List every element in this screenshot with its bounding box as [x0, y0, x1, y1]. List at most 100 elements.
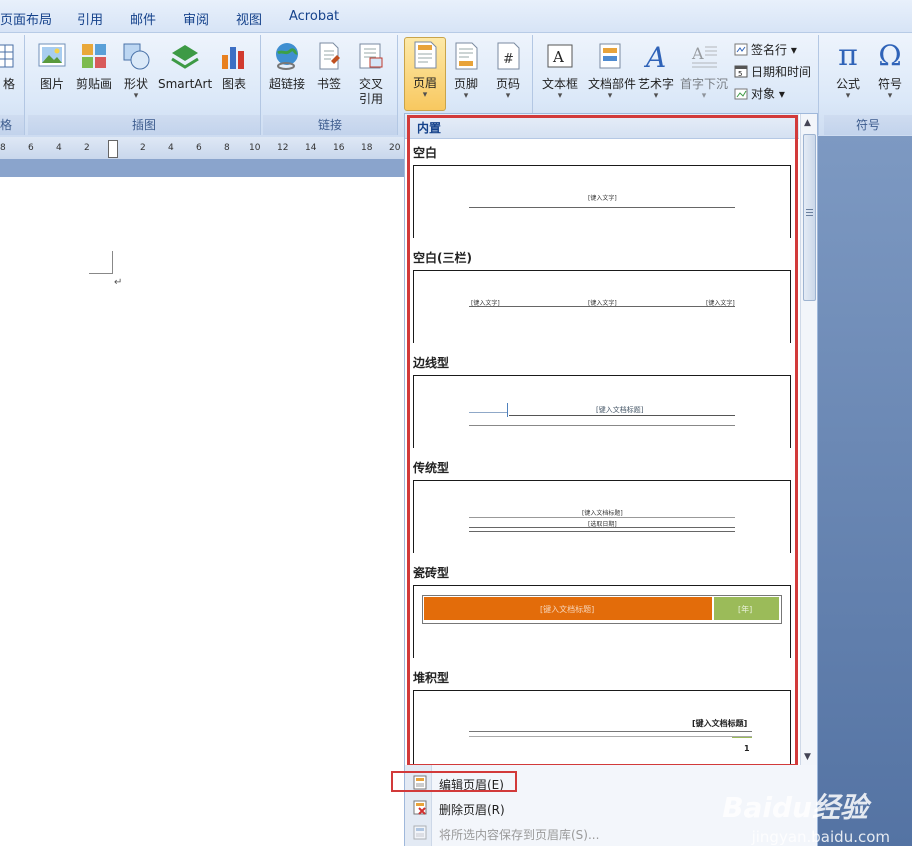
- page-number-dropdown-icon: ▾: [505, 91, 511, 101]
- ruler-margin-strip: [0, 159, 404, 177]
- tab-page-layout[interactable]: 页面布局: [0, 9, 52, 28]
- footer-button[interactable]: 页脚 ▾: [446, 39, 486, 109]
- gallery-scrollbar[interactable]: ▲ ▼: [800, 114, 817, 766]
- header-label: 页眉: [412, 76, 437, 90]
- signature-line-button[interactable]: 签名行 ▾: [734, 41, 797, 58]
- clipart-button[interactable]: 剪贴画: [74, 39, 114, 109]
- dropcap-icon: A: [689, 41, 719, 71]
- quick-parts-icon: [595, 41, 625, 71]
- picture-label: 图片: [39, 77, 64, 91]
- table-button[interactable]: 格: [0, 39, 20, 109]
- signature-line-label: 签名行: [751, 43, 788, 57]
- group-tables: 格 格: [0, 35, 25, 135]
- object-label: 对象: [751, 87, 776, 101]
- date-time-icon: 5: [734, 65, 748, 78]
- delete-header-icon: [413, 800, 427, 815]
- scroll-down-icon[interactable]: ▼: [804, 752, 811, 762]
- tables-group-label: 格: [0, 115, 24, 135]
- omega-icon: Ω: [878, 39, 902, 72]
- margin-corner-mark: [89, 251, 113, 274]
- smartart-button[interactable]: SmartArt: [158, 39, 212, 109]
- cross-reference-button[interactable]: 交叉 引用: [351, 39, 391, 109]
- equation-label: 公式: [835, 77, 860, 91]
- tab-mailings[interactable]: 邮件: [130, 9, 156, 28]
- ruler-tick: 2: [140, 143, 146, 153]
- chart-icon: [219, 41, 249, 71]
- picture-icon: [37, 41, 67, 71]
- window-background: [816, 136, 912, 846]
- picture-button[interactable]: 图片: [32, 39, 72, 109]
- equation-dropdown-icon: ▾: [845, 91, 851, 101]
- delete-header-menu-item[interactable]: 删除页眉(R): [439, 801, 505, 818]
- ruler-tick: 20: [389, 143, 401, 153]
- svg-text:A: A: [643, 41, 666, 71]
- textbox-button[interactable]: A 文本框 ▾: [540, 39, 580, 109]
- scrollbar-thumb[interactable]: [803, 134, 816, 301]
- illustrations-group-label: 插图: [28, 115, 260, 135]
- page-number-icon: #: [493, 41, 523, 71]
- header-icon: [410, 40, 440, 70]
- wordart-label: 艺术字: [637, 77, 674, 91]
- shapes-button[interactable]: 形状 ▾: [116, 39, 156, 109]
- page-number-button[interactable]: # 页码 ▾: [488, 39, 528, 109]
- date-time-button[interactable]: 5 日期和时间: [734, 63, 811, 80]
- table-label: 格: [2, 77, 15, 91]
- ruler-tick: 8: [0, 143, 6, 153]
- dropcap-button[interactable]: A 首字下沉 ▾: [680, 39, 728, 109]
- svg-text:#: #: [503, 52, 514, 67]
- hyperlink-label: 超链接: [268, 77, 305, 91]
- ruler-tick: 8: [224, 143, 230, 153]
- tab-view[interactable]: 视图: [236, 9, 262, 28]
- ruler-tick: 4: [56, 143, 62, 153]
- ruler-tick: 6: [28, 143, 34, 153]
- shapes-icon: [121, 41, 151, 71]
- paragraph-mark-icon: ↵: [114, 277, 123, 288]
- horizontal-ruler[interactable]: 8 6 4 2 2 4 6 8 10 12 14 16 18 20: [0, 137, 404, 160]
- ruler-tick: 10: [249, 143, 261, 153]
- hyperlink-button[interactable]: 超链接: [267, 39, 307, 109]
- group-links: 超链接 书签 交叉 引用 链接: [263, 35, 398, 135]
- wordart-button[interactable]: A 艺术字 ▾: [636, 39, 676, 109]
- save-selection-icon: [413, 825, 427, 840]
- signature-line-icon: [734, 43, 748, 56]
- header-dropdown-icon: ▾: [422, 90, 428, 100]
- bookmark-label: 书签: [316, 77, 341, 91]
- footer-icon: [451, 41, 481, 71]
- bookmark-button[interactable]: 书签: [309, 39, 349, 109]
- scroll-up-icon[interactable]: ▲: [804, 118, 811, 128]
- symbol-label: 符号: [877, 77, 902, 91]
- chart-label: 图表: [221, 77, 246, 91]
- table-icon: [0, 41, 15, 71]
- header-button[interactable]: 页眉 ▾: [404, 37, 446, 111]
- ruler-tick: 16: [333, 143, 345, 153]
- symbol-dropdown-icon: ▾: [887, 91, 893, 101]
- document-page[interactable]: ↵: [0, 177, 404, 846]
- annotation-highlight-gallery: [407, 115, 798, 767]
- quick-parts-label: 文档部件: [588, 77, 637, 91]
- ruler-tick: 18: [361, 143, 373, 153]
- svg-text:5: 5: [738, 70, 742, 78]
- wordart-dropdown-icon: ▾: [653, 91, 659, 101]
- quick-parts-button[interactable]: 文档部件 ▾: [588, 39, 637, 109]
- ruler-tick: 14: [305, 143, 317, 153]
- indent-marker[interactable]: [108, 140, 118, 158]
- object-button[interactable]: 对象 ▾: [734, 85, 785, 102]
- tab-references[interactable]: 引用: [77, 9, 103, 28]
- bookmark-icon: [314, 41, 344, 71]
- shapes-dropdown-icon: ▾: [133, 91, 139, 101]
- chart-button[interactable]: 图表: [214, 39, 254, 109]
- shapes-label: 形状: [123, 77, 148, 91]
- clipart-icon: [79, 41, 109, 71]
- ruler-tick: 12: [277, 143, 289, 153]
- ruler-tick: 4: [168, 143, 174, 153]
- equation-button[interactable]: π 公式 ▾: [828, 39, 868, 109]
- hyperlink-icon: [272, 41, 302, 71]
- symbol-button[interactable]: Ω 符号 ▾: [870, 39, 910, 109]
- tab-acrobat[interactable]: Acrobat: [289, 9, 339, 24]
- wordart-icon: A: [641, 41, 671, 74]
- textbox-icon: A: [545, 41, 575, 71]
- clipart-label: 剪贴画: [75, 77, 112, 91]
- pi-icon: π: [838, 38, 858, 73]
- tab-review[interactable]: 审阅: [183, 9, 209, 28]
- links-group-label: 链接: [263, 115, 397, 135]
